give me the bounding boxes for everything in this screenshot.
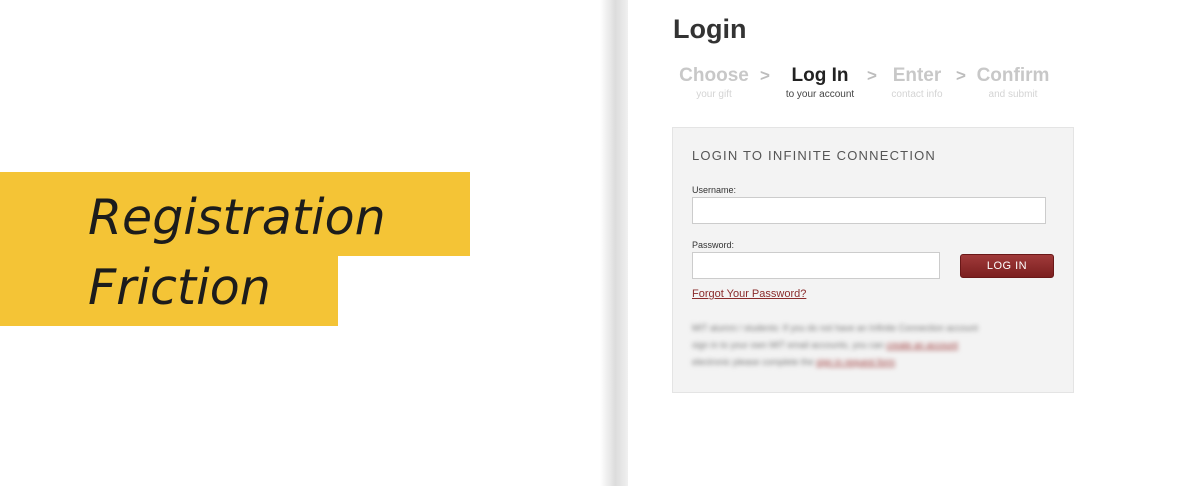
- panel-shadow: [600, 0, 628, 486]
- checkout-steps: Choose your gift > Log In to your accoun…: [677, 64, 1097, 104]
- login-box: LOGIN TO INFINITE CONNECTION Username: P…: [672, 127, 1074, 393]
- forgot-password-link[interactable]: Forgot Your Password?: [692, 288, 806, 300]
- blurred-line-1: MIT alumni / students: If you do not hav…: [692, 323, 979, 333]
- step-label: Confirm: [976, 65, 1050, 86]
- password-input[interactable]: [692, 252, 940, 279]
- step-sublabel: to your account: [785, 89, 855, 100]
- username-label: Username:: [692, 185, 737, 195]
- step-log-in: Log In to your account: [777, 64, 863, 102]
- login-page-screenshot: Login Choose your gift > Log In to your …: [628, 0, 1200, 486]
- step-label: Log In: [791, 65, 849, 86]
- step-choose: Choose your gift: [677, 64, 751, 102]
- blurred-line-3: electronic please complete the sign in r…: [692, 354, 1052, 371]
- step-enter: Enter contact info: [884, 64, 950, 102]
- headline-line-2: Friction: [88, 259, 271, 316]
- sign-in-request-link[interactable]: sign in request form: [816, 357, 895, 367]
- step-separator: >: [867, 66, 877, 85]
- headline-line-1: Registration: [88, 189, 386, 246]
- password-label: Password:: [692, 240, 735, 250]
- create-account-link[interactable]: create an account: [886, 340, 958, 350]
- login-box-title: LOGIN TO INFINITE CONNECTION: [692, 148, 937, 163]
- headline: Registration Friction: [88, 183, 386, 323]
- step-sublabel: and submit: [988, 89, 1038, 100]
- step-separator: >: [956, 66, 966, 85]
- step-sublabel: contact info: [891, 89, 943, 100]
- blurred-line-2: sign in to your own MIT email accounts, …: [692, 337, 1052, 354]
- step-label: Choose: [679, 65, 749, 86]
- blurred-text-fragment: electronic please complete the: [692, 357, 817, 367]
- login-button[interactable]: LOG IN: [960, 254, 1054, 278]
- step-sublabel: your gift: [696, 89, 732, 100]
- step-separator: >: [760, 66, 770, 85]
- page-title: Login: [673, 14, 747, 44]
- step-confirm: Confirm and submit: [973, 64, 1053, 102]
- step-label: Enter: [892, 65, 942, 86]
- blurred-help-text: MIT alumni / students: If you do not hav…: [692, 320, 1052, 371]
- blurred-text-fragment: sign in to your own MIT email accounts, …: [692, 340, 887, 350]
- username-input[interactable]: [692, 197, 1046, 224]
